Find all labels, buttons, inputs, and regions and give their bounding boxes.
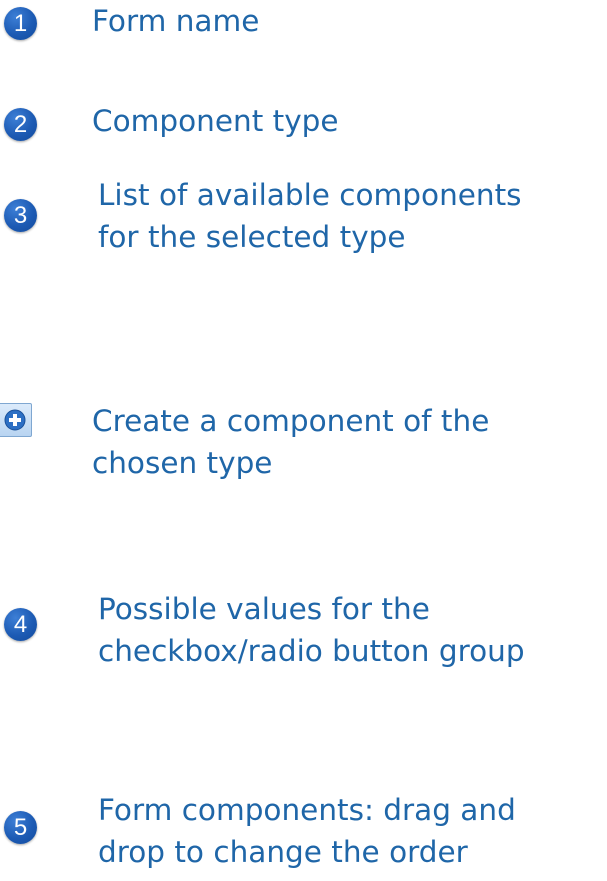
number-badge-5: 5 xyxy=(4,811,37,844)
add-circle-icon xyxy=(0,403,32,437)
plus-circle-icon xyxy=(4,409,26,431)
legend-label-line: Component type xyxy=(92,104,339,138)
number-badge-2: 2 xyxy=(4,108,37,141)
legend-label-line: chosen type xyxy=(92,446,273,480)
legend-label-available-components: List of available components for the sel… xyxy=(98,174,522,258)
legend-label-component-type: Component type xyxy=(92,100,339,142)
legend-label-line: drop to change the order xyxy=(98,835,468,869)
legend-label-line: checkbox/radio button group xyxy=(98,634,525,668)
number-badge-1: 1 xyxy=(4,7,37,40)
legend-label-form-components: Form components: drag and drop to change… xyxy=(98,789,516,873)
number-badge-3: 3 xyxy=(4,199,37,232)
legend-label-line: Create a component of the xyxy=(92,404,490,438)
legend-label-form-name: Form name xyxy=(92,0,259,42)
legend-label-create-component: Create a component of the chosen type xyxy=(92,400,489,484)
legend-label-line: Form components: drag and xyxy=(98,793,516,827)
legend-label-possible-values: Possible values for the checkbox/radio b… xyxy=(98,588,525,672)
number-badge-4: 4 xyxy=(4,608,37,641)
legend-label-line: for the selected type xyxy=(98,220,406,254)
legend-label-line: List of available components xyxy=(98,178,522,212)
legend-label-line: Possible values for the xyxy=(98,592,430,626)
legend-label-line: Form name xyxy=(92,4,260,38)
